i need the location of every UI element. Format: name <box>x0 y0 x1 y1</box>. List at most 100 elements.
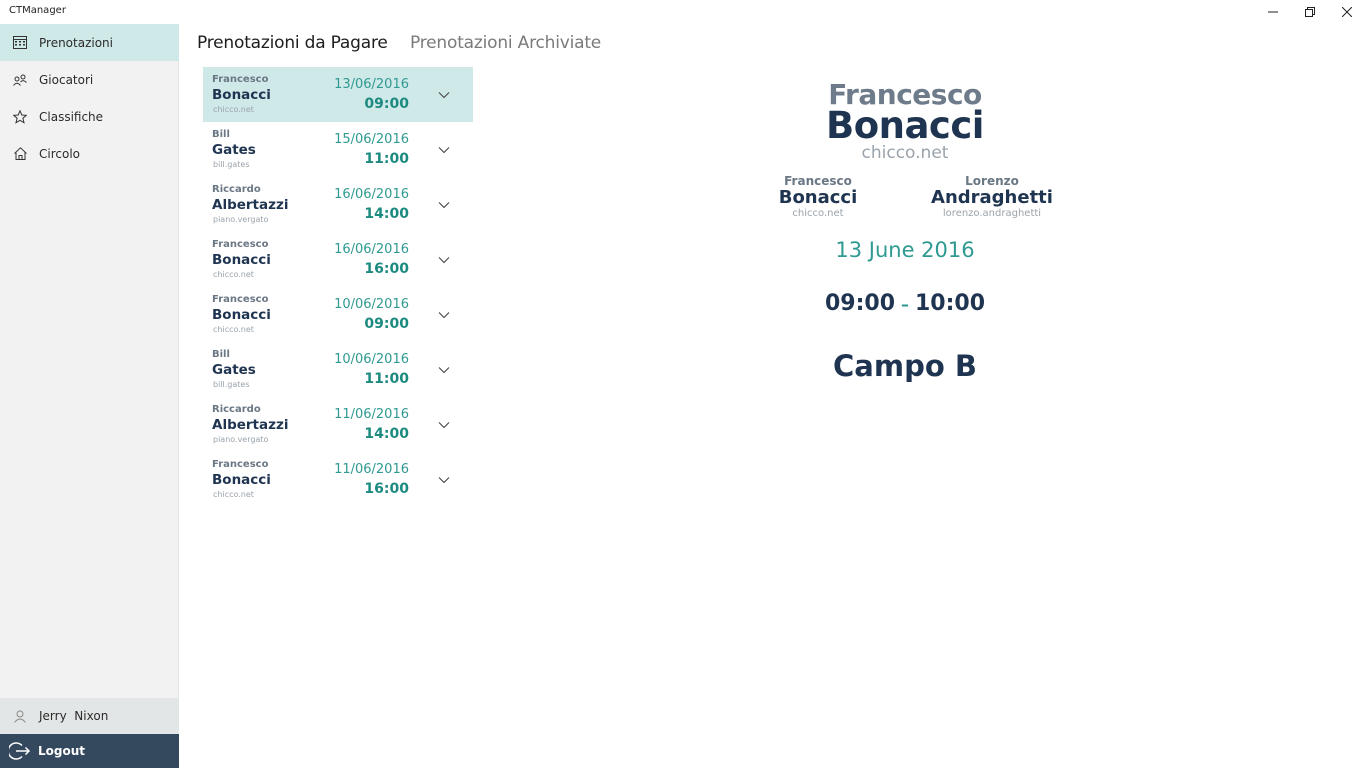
chevron-down-icon[interactable] <box>437 198 451 212</box>
chevron-down-icon[interactable] <box>437 473 451 487</box>
sidebar: Prenotazioni Giocatori Classifiche Circo… <box>0 24 179 768</box>
player-first-name: Francesco <box>212 459 269 470</box>
player-first-name: Francesco <box>784 174 852 188</box>
player-username: chicco.net <box>213 490 254 499</box>
booking-date: 10/06/2016 <box>334 297 409 312</box>
logout-icon <box>8 739 32 763</box>
booking-date: 15/06/2016 <box>334 132 409 147</box>
booking-time: 14:00 <box>364 206 409 222</box>
player-last-name: Bonacci <box>778 187 858 208</box>
booking-time: 16:00 <box>364 261 409 277</box>
chevron-down-icon[interactable] <box>437 88 451 102</box>
app-title: CTManager <box>9 5 66 16</box>
player-last-name: Andraghetti <box>931 187 1053 208</box>
booking-date: 16/06/2016 <box>334 242 409 257</box>
player-username: piano.vergato <box>213 215 269 224</box>
chevron-down-icon[interactable] <box>437 143 451 157</box>
booking-time: 14:00 <box>364 426 409 442</box>
close-button[interactable] <box>1328 0 1366 24</box>
tab-prenotazioni-da-pagare[interactable]: Prenotazioni da Pagare <box>197 33 388 53</box>
sidebar-item-label: Giocatori <box>39 72 94 87</box>
detail-end-time: 10:00 <box>915 291 986 316</box>
booking-time: 09:00 <box>364 96 409 112</box>
tab-prenotazioni-archiviate[interactable]: Prenotazioni Archiviate <box>410 33 601 53</box>
detail-court: Campo B <box>833 349 977 383</box>
logout-button[interactable]: Logout <box>0 734 179 768</box>
player-first-name: Francesco <box>212 294 269 305</box>
booking-date: 11/06/2016 <box>334 462 409 477</box>
player-first-name: Lorenzo <box>965 174 1019 188</box>
chevron-down-icon[interactable] <box>437 308 451 322</box>
player-username: lorenzo.andraghetti <box>942 208 1042 219</box>
star-icon <box>10 107 30 127</box>
player-last-name: Bonacci <box>212 472 271 488</box>
player-last-name: Bonacci <box>212 87 271 103</box>
people-icon <box>10 70 30 90</box>
time-separator: – <box>901 295 909 314</box>
detail-start-time: 09:00 <box>824 291 895 316</box>
player-card: Francesco Bonacci chicco.net <box>738 174 898 220</box>
detail-time-range: 09:00–10:00 <box>705 291 1105 316</box>
home-icon <box>10 144 30 164</box>
player-first-name: Riccardo <box>212 184 261 195</box>
restore-button[interactable] <box>1291 0 1329 24</box>
player-username: chicco.net <box>213 325 254 334</box>
minimize-button[interactable] <box>1254 0 1292 24</box>
booking-time: 09:00 <box>364 316 409 332</box>
booking-date: 13/06/2016 <box>334 77 409 92</box>
booking-date: 10/06/2016 <box>334 352 409 367</box>
player-card: Lorenzo Andraghetti lorenzo.andraghetti <box>912 174 1072 220</box>
sidebar-item-giocatori[interactable]: Giocatori <box>0 61 179 98</box>
booking-time: 16:00 <box>364 481 409 497</box>
chevron-down-icon[interactable] <box>437 363 451 377</box>
booking-list: Francesco Bonacci chicco.net 13/06/2016 … <box>203 67 473 507</box>
minimize-icon <box>1268 11 1278 13</box>
booking-date: 11/06/2016 <box>334 407 409 422</box>
detail-last-name: Bonacci <box>826 104 984 147</box>
sidebar-item-label: Prenotazioni <box>39 35 113 50</box>
sidebar-item-circolo[interactable]: Circolo <box>0 135 179 172</box>
list-item[interactable]: Francesco Bonacci chicco.net 10/06/2016 … <box>203 287 473 342</box>
player-username: chicco.net <box>213 270 254 279</box>
logout-label: Logout <box>38 744 86 758</box>
booking-date: 16/06/2016 <box>334 187 409 202</box>
list-item[interactable]: Riccardo Albertazzi piano.vergato 16/06/… <box>203 177 473 232</box>
sidebar-item-label: Circolo <box>39 146 80 161</box>
list-item[interactable]: Francesco Bonacci chicco.net 11/06/2016 … <box>203 452 473 507</box>
chevron-down-icon[interactable] <box>437 253 451 267</box>
player-first-name: Francesco <box>212 239 269 250</box>
player-username: bill.gates <box>213 380 250 389</box>
list-item[interactable]: Bill Gates bill.gates 15/06/2016 11:00 <box>203 122 473 177</box>
player-username: chicco.net <box>213 105 254 114</box>
list-item[interactable]: Bill Gates bill.gates 10/06/2016 11:00 <box>203 342 473 397</box>
player-username: chicco.net <box>792 208 844 219</box>
player-username: piano.vergato <box>213 435 269 444</box>
player-first-name: Francesco <box>212 74 269 85</box>
close-icon <box>1342 7 1352 17</box>
player-first-name: Riccardo <box>212 404 261 415</box>
player-last-name: Albertazzi <box>212 417 289 433</box>
player-last-name: Bonacci <box>212 307 271 323</box>
player-last-name: Gates <box>212 362 256 378</box>
sidebar-item-classifiche[interactable]: Classifiche <box>0 98 179 135</box>
chevron-down-icon[interactable] <box>437 418 451 432</box>
list-item[interactable]: Francesco Bonacci chicco.net 16/06/2016 … <box>203 232 473 287</box>
user-icon <box>10 706 30 726</box>
restore-icon <box>1305 7 1315 17</box>
booking-time: 11:00 <box>364 371 409 387</box>
player-first-name: Bill <box>212 129 230 140</box>
detail-username: chicco.net <box>861 143 949 163</box>
title-bar: CTManager <box>0 0 1366 24</box>
player-last-name: Albertazzi <box>212 197 289 213</box>
detail-date: 13 June 2016 <box>835 238 975 262</box>
player-last-name: Gates <box>212 142 256 158</box>
player-first-name: Bill <box>212 349 230 360</box>
player-last-name: Bonacci <box>212 252 271 268</box>
list-item[interactable]: Riccardo Albertazzi piano.vergato 11/06/… <box>203 397 473 452</box>
calendar-icon <box>10 33 30 53</box>
user-profile[interactable]: Jerry Nixon <box>0 698 179 734</box>
list-item[interactable]: Francesco Bonacci chicco.net 13/06/2016 … <box>203 67 473 122</box>
sidebar-item-prenotazioni[interactable]: Prenotazioni <box>0 24 179 61</box>
sidebar-item-label: Classifiche <box>39 109 104 124</box>
user-name: Jerry Nixon <box>39 709 109 723</box>
